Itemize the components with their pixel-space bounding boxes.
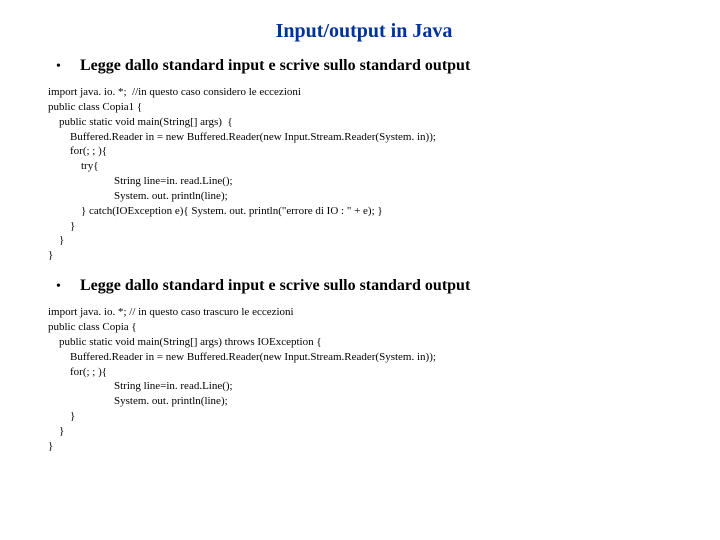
code-block-2: import java. io. *; // in questo caso tr… [48, 305, 680, 453]
bullet-text-2: Legge dallo standard input e scrive sull… [80, 277, 470, 295]
bullet-row-1: • Legge dallo standard input e scrive su… [56, 57, 680, 75]
bullet-marker: • [56, 279, 80, 295]
slide-page: Input/output in Java • Legge dallo stand… [0, 0, 720, 488]
code-block-1: import java. io. *; //in questo caso con… [48, 85, 680, 263]
bullet-text-1: Legge dallo standard input e scrive sull… [80, 57, 470, 75]
bullet-row-2: • Legge dallo standard input e scrive su… [56, 277, 680, 295]
bullet-marker: • [56, 59, 80, 75]
slide-title: Input/output in Java [48, 20, 680, 43]
